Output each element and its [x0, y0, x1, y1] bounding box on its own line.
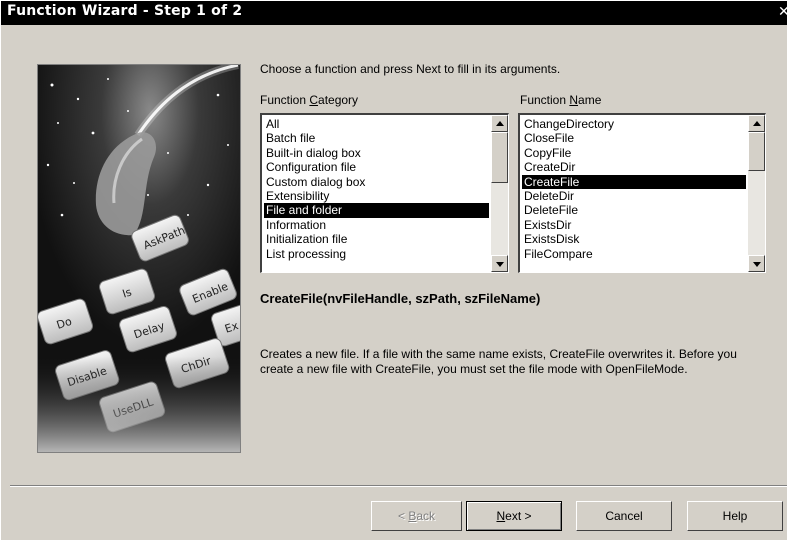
list-item[interactable]: Custom dialog box	[264, 175, 489, 189]
list-item[interactable]: ExistsDir	[522, 218, 746, 232]
list-item[interactable]: ExistsDisk	[522, 232, 746, 246]
list-item[interactable]: DeleteDir	[522, 189, 746, 203]
category-scrollbar[interactable]	[491, 115, 508, 272]
window-title: Function Wizard - Step 1 of 2	[7, 3, 243, 19]
arrow-down-icon	[753, 262, 761, 267]
list-item[interactable]: ChangeDirectory	[522, 117, 746, 131]
back-button[interactable]: < Back	[371, 501, 462, 531]
separator-line	[10, 485, 787, 487]
next-button[interactable]: Next >	[466, 501, 562, 531]
function-category-label: Function Category	[260, 93, 359, 107]
list-item[interactable]: CreateDir	[522, 160, 746, 174]
function-name-label: Function Name	[520, 93, 602, 107]
list-item[interactable]: CopyFile	[522, 146, 746, 160]
list-item[interactable]: Configuration file	[264, 160, 489, 174]
function-name-listbox[interactable]: ChangeDirectory CloseFile CopyFile CreateDi…	[518, 113, 766, 273]
function-wizard-window: Function Wizard - Step 1 of 2 ✕ Choose a…	[0, 0, 787, 540]
arrow-up-icon	[496, 121, 504, 126]
help-button[interactable]: Help	[687, 501, 783, 531]
scroll-up-button[interactable]	[748, 115, 765, 132]
arrow-down-icon	[496, 262, 504, 267]
list-item[interactable]: All	[264, 117, 489, 131]
close-icon[interactable]: ✕	[778, 4, 787, 21]
list-item[interactable]: FileCompare	[522, 247, 746, 261]
list-item[interactable]: CreateFile	[522, 174, 746, 189]
title-bar[interactable]: Function Wizard - Step 1 of 2 ✕	[1, 1, 787, 25]
function-signature: CreateFile(nvFileHandle, szPath, szFileN…	[260, 291, 541, 306]
list-item[interactable]: List processing	[264, 247, 489, 261]
list-item[interactable]: Initialization file	[264, 232, 489, 246]
scroll-thumb[interactable]	[748, 132, 765, 171]
scroll-thumb[interactable]	[491, 132, 508, 183]
list-item[interactable]: Extensibility	[264, 189, 489, 203]
function-description: Creates a new file. If a file with the s…	[260, 347, 737, 376]
list-item[interactable]: File and folder	[264, 203, 489, 218]
scroll-down-button[interactable]	[491, 255, 508, 272]
scroll-up-button[interactable]	[491, 115, 508, 132]
list-item[interactable]: Built-in dialog box	[264, 146, 489, 160]
list-item[interactable]: Information	[264, 218, 489, 232]
arrow-up-icon	[753, 121, 761, 126]
intro-text: Choose a function and press Next to fill…	[260, 62, 561, 76]
function-name-scrollbar[interactable]	[748, 115, 765, 272]
scroll-down-button[interactable]	[748, 255, 765, 272]
list-item[interactable]: Batch file	[264, 131, 489, 145]
cancel-button[interactable]: Cancel	[576, 501, 672, 531]
list-item[interactable]: CloseFile	[522, 131, 746, 145]
keyboard-artwork-image: AskPath Enable Is Do Delay	[37, 64, 241, 453]
list-item[interactable]: DeleteFile	[522, 203, 746, 217]
function-category-listbox[interactable]: All Batch file Built-in dialog box Configur…	[260, 113, 509, 273]
